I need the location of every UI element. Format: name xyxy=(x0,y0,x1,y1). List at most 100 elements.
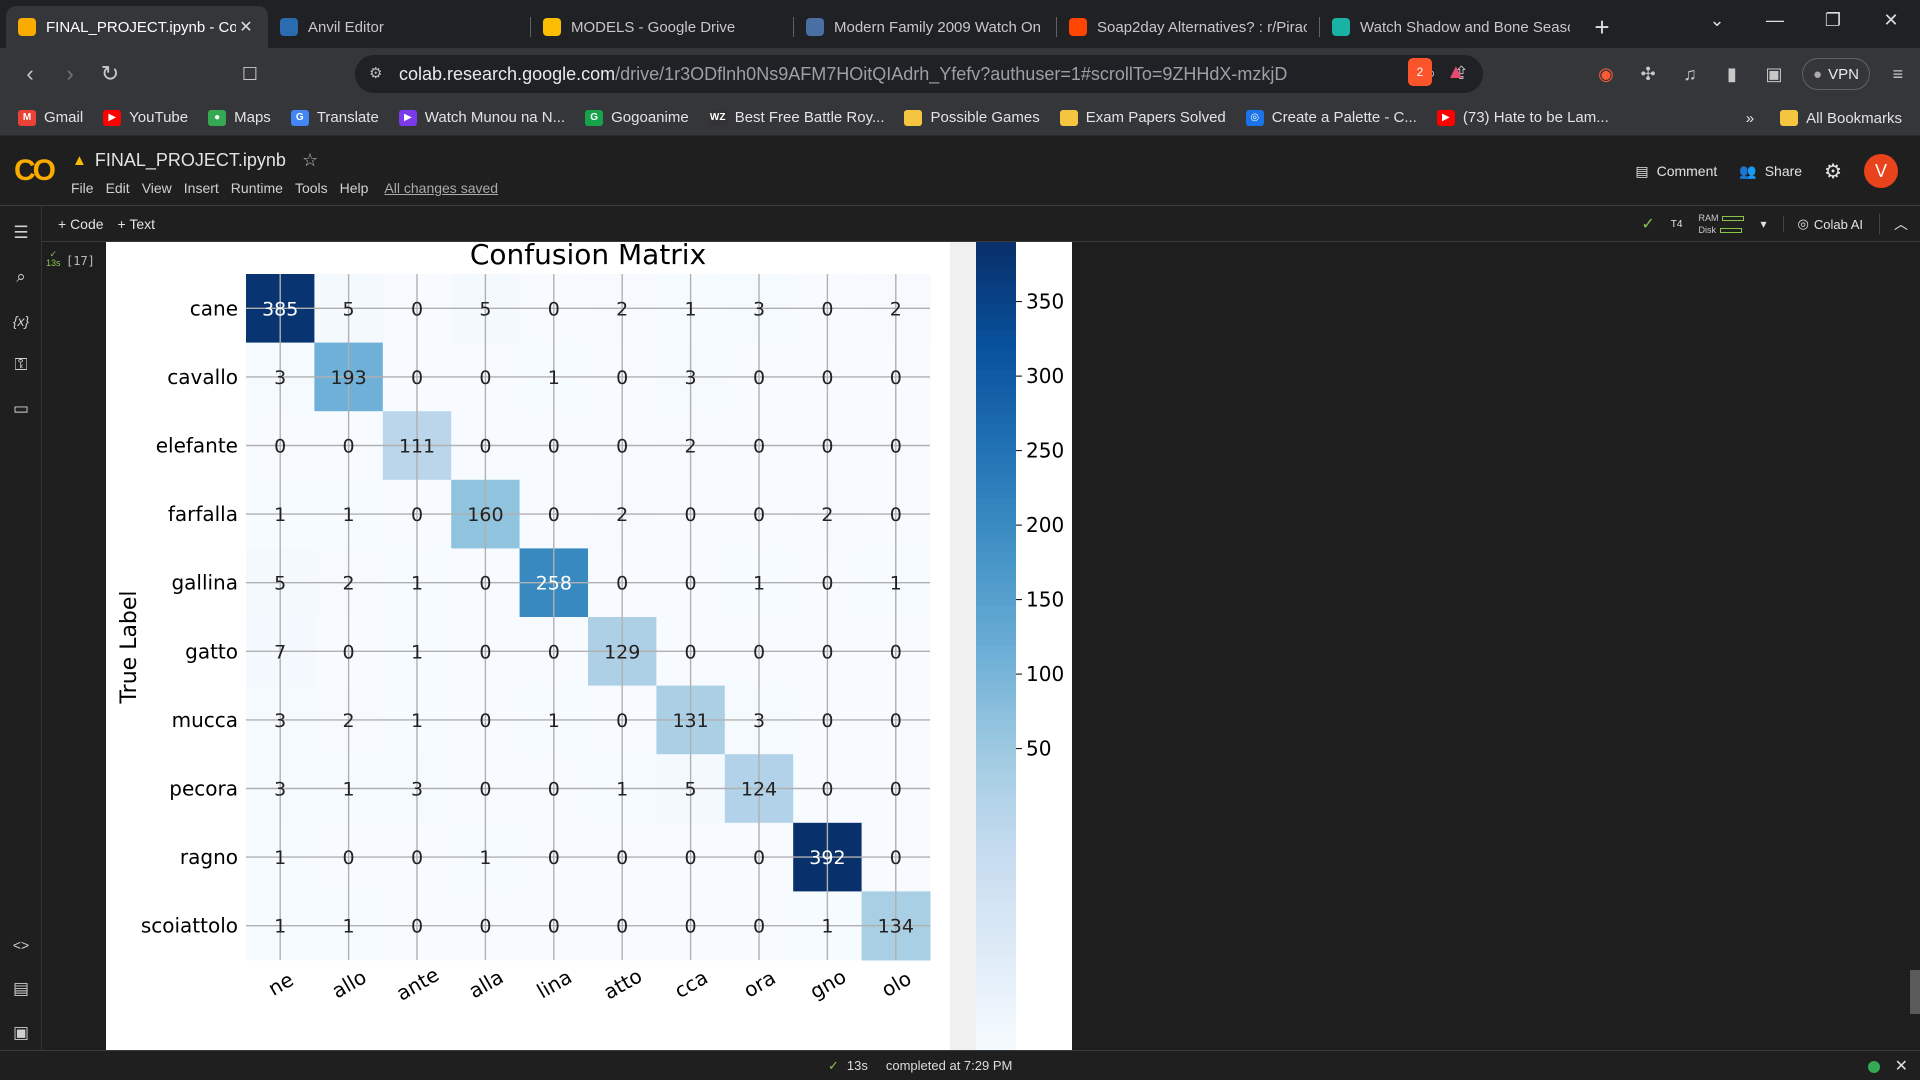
close-tab-icon[interactable]: ✕ xyxy=(236,17,256,37)
share-button[interactable]: 👥 Share xyxy=(1739,163,1802,180)
bookmark-item[interactable]: Possible Games xyxy=(904,109,1040,126)
add-code-button[interactable]: + Code xyxy=(58,216,104,232)
reload-icon[interactable]: ↻ xyxy=(90,54,130,94)
star-icon[interactable]: ☆ xyxy=(302,150,318,171)
command-palette-icon[interactable]: ▤ xyxy=(8,976,34,1002)
bookmark-item[interactable]: M Gmail xyxy=(18,109,83,126)
colorbar-segment xyxy=(976,376,1016,385)
bookmark-item[interactable]: ▶ Watch Munou na N... xyxy=(398,109,565,126)
back-icon[interactable]: ‹ xyxy=(10,54,50,94)
files-folder-icon[interactable]: ▭ xyxy=(8,396,34,422)
menu-icon[interactable]: ≡ xyxy=(1884,56,1912,92)
address-bar[interactable]: ⚙ colab.research.google.com/drive/1r3ODf… xyxy=(355,55,1483,93)
toc-icon[interactable]: ☰ xyxy=(8,220,34,246)
bookmark-icon[interactable]: ☐ xyxy=(230,54,270,94)
cell-value: 0 xyxy=(411,504,423,526)
colorbar-segment xyxy=(976,248,1016,257)
menu-item-file[interactable]: File xyxy=(71,180,94,196)
bookmark-item[interactable]: ● Maps xyxy=(208,109,271,126)
menu-item-view[interactable]: View xyxy=(142,180,172,196)
tab-search-icon[interactable]: ⌄ xyxy=(1688,0,1746,40)
minimize-button[interactable]: — xyxy=(1746,0,1804,40)
close-window-button[interactable]: ✕ xyxy=(1862,0,1920,40)
search-icon[interactable]: ⌕ xyxy=(8,264,34,290)
secrets-key-icon[interactable]: ⚿ xyxy=(8,352,34,378)
cell-value: 5 xyxy=(685,779,697,801)
comment-button[interactable]: ▤ Comment xyxy=(1635,163,1717,180)
new-tab-button[interactable]: + xyxy=(1582,6,1622,48)
brave-rewards-icon[interactable]: ▲ xyxy=(1446,61,1466,84)
collapse-chevron-icon[interactable]: ︿ xyxy=(1879,214,1908,234)
cell-value: 1 xyxy=(821,916,833,938)
menu-item-edit[interactable]: Edit xyxy=(106,180,130,196)
browser-tab[interactable]: Anvil Editor xyxy=(268,6,530,48)
cell-value: 0 xyxy=(548,916,560,938)
vpn-button[interactable]: ● VPN xyxy=(1802,58,1870,90)
cell-value: 0 xyxy=(411,298,423,320)
menu-item-runtime[interactable]: Runtime xyxy=(231,180,283,196)
colab-logo[interactable]: CO xyxy=(14,154,56,188)
resource-monitor[interactable]: RAM Disk xyxy=(1698,213,1745,235)
bookmark-item[interactable]: ◎ Create a Palette - C... xyxy=(1245,109,1417,126)
cell-run-status[interactable]: ✓ 13s xyxy=(46,250,61,268)
more-bookmarks-button[interactable]: » xyxy=(1746,110,1754,127)
extensions-icon[interactable]: ✣ xyxy=(1634,56,1662,92)
site-info-icon[interactable]: ⚙ xyxy=(369,64,382,82)
bookmark-item[interactable]: G Gogoanime xyxy=(585,109,689,126)
cell-value: 0 xyxy=(548,779,560,801)
runtime-dropdown-icon[interactable]: ▾ xyxy=(1760,217,1766,231)
y-tick-label: cane xyxy=(190,296,238,320)
bookmark-item[interactable]: ▶ (73) Hate to be Lam... xyxy=(1436,109,1609,126)
bookmark-item[interactable]: G Translate xyxy=(290,109,379,126)
cell-value: 2 xyxy=(890,298,902,320)
avatar[interactable]: V xyxy=(1864,154,1898,188)
colorbar-segment xyxy=(976,612,1016,621)
menu-item-tools[interactable]: Tools xyxy=(295,180,328,196)
wallet-icon[interactable]: ▣ xyxy=(1760,56,1788,92)
colorbar-segment xyxy=(976,619,1016,627)
settings-gear-icon[interactable]: ⚙ xyxy=(1824,159,1842,184)
sidebar-icon[interactable]: ▮ xyxy=(1718,56,1746,92)
translate-icon: G xyxy=(290,109,309,126)
variables-icon[interactable]: {x} xyxy=(8,308,34,334)
colorbar-segment xyxy=(976,874,1016,883)
brave-shields-icon[interactable]: 2 xyxy=(1408,58,1432,86)
colorbar-segment xyxy=(976,800,1016,809)
colorbar-segment xyxy=(976,895,1016,903)
cell-value: 1 xyxy=(411,573,423,595)
terminal-icon[interactable]: ▣ xyxy=(8,1020,34,1046)
colorbar-segment xyxy=(976,679,1016,688)
forward-icon[interactable]: › xyxy=(50,54,90,94)
scrollbar-thumb[interactable] xyxy=(1910,970,1920,1014)
menu-item-help[interactable]: Help xyxy=(340,180,369,196)
browser-tab[interactable]: FINAL_PROJECT.ipynb - Col ✕ xyxy=(6,6,268,48)
browser-tab[interactable]: Soap2day Alternatives? : r/Pirac xyxy=(1057,6,1319,48)
all-bookmarks-button[interactable]: All Bookmarks xyxy=(1780,110,1902,127)
save-status[interactable]: All changes saved xyxy=(384,180,498,196)
bookmark-item[interactable]: ▶ YouTube xyxy=(103,109,188,126)
menu-item-insert[interactable]: Insert xyxy=(184,180,219,196)
browser-tab[interactable]: MODELS - Google Drive xyxy=(531,6,793,48)
notebook-title[interactable]: FINAL_PROJECT.ipynb xyxy=(95,150,286,171)
cell-value: 1 xyxy=(343,504,355,526)
x-tick-label: alla xyxy=(464,965,507,1004)
colorbar-tick-label: 200 xyxy=(1026,513,1064,537)
browser-tab[interactable]: Watch Shadow and Bone Seaso xyxy=(1320,6,1582,48)
drive-icon xyxy=(543,18,561,36)
cell-value: 1 xyxy=(753,573,765,595)
colorbar-segment xyxy=(976,955,1016,964)
code-snippets-icon[interactable]: <> xyxy=(8,932,34,958)
browser-tab[interactable]: Modern Family 2009 Watch On xyxy=(794,6,1056,48)
media-icon[interactable]: ♫ xyxy=(1676,56,1704,92)
tab-title: Anvil Editor xyxy=(308,18,384,36)
close-status-icon[interactable]: ✕ xyxy=(1895,1056,1908,1076)
colab-ai-button[interactable]: ◎ Colab AI xyxy=(1782,216,1863,232)
x-tick-label: ora xyxy=(739,965,779,1002)
restore-button[interactable]: ❐ xyxy=(1804,0,1862,40)
add-text-button[interactable]: + Text xyxy=(118,216,156,232)
extension-record-icon[interactable]: ◉ xyxy=(1592,56,1620,92)
bookmark-item[interactable]: WZ Best Free Battle Roy... xyxy=(708,109,884,126)
cell-value: 111 xyxy=(399,436,435,458)
bookmark-item[interactable]: Exam Papers Solved xyxy=(1059,109,1226,126)
x-tick-label: ante xyxy=(392,962,443,1005)
